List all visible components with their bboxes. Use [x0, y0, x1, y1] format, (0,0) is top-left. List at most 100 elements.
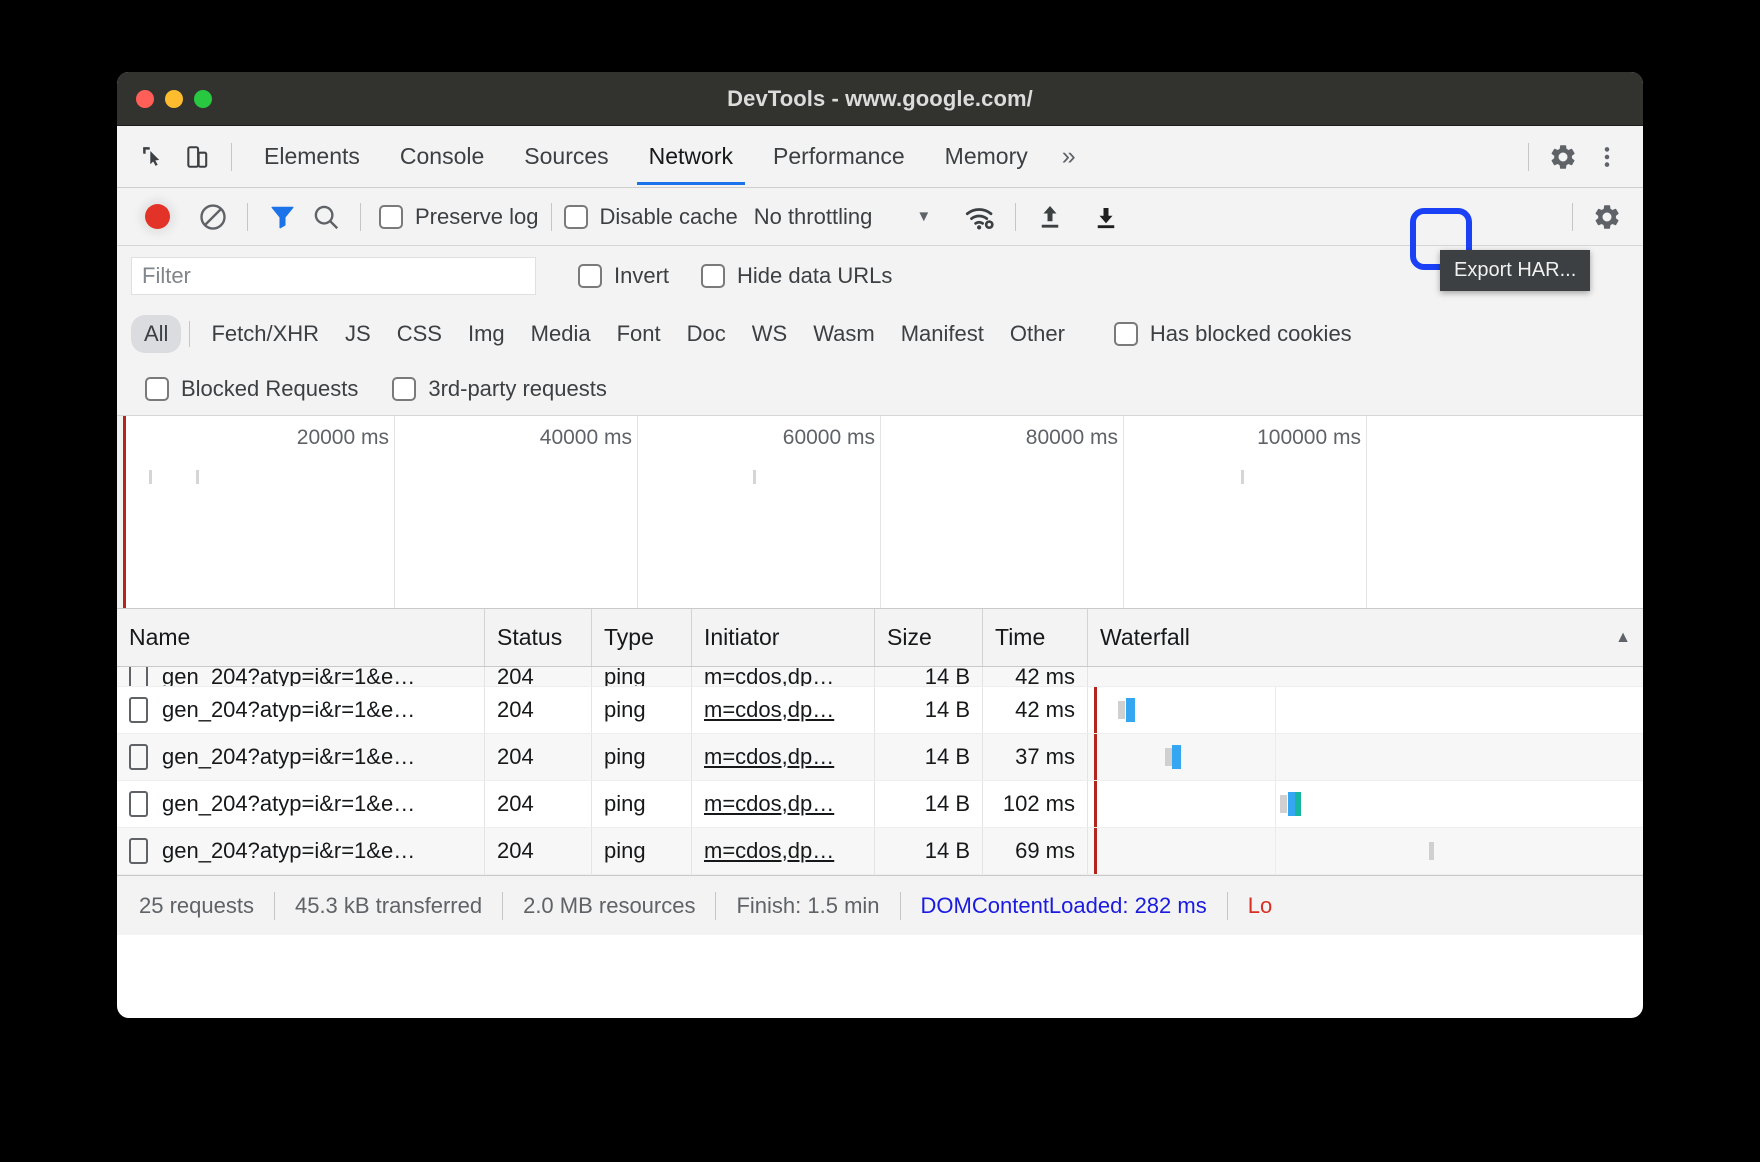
- disable-cache-box[interactable]: [563, 204, 588, 229]
- wifi-settings-icon[interactable]: [959, 195, 1003, 239]
- row-initiator-link[interactable]: m=cdos,dp…: [704, 667, 834, 686]
- table-row[interactable]: gen_204?atyp=i&r=1&e… 204 ping m=cdos,dp…: [117, 781, 1643, 828]
- table-row[interactable]: gen_204?atyp=i&r=1&e… 204 ping m=cdos,dp…: [117, 687, 1643, 734]
- row-status: 204: [497, 791, 534, 816]
- type-filter-js[interactable]: JS: [332, 315, 384, 353]
- import-har-icon[interactable]: [1028, 195, 1072, 239]
- row-checkbox[interactable]: [129, 667, 148, 686]
- requests-table: Name Status Type Initiator Size Time Wat…: [117, 609, 1643, 875]
- preserve-log-box[interactable]: [379, 204, 403, 229]
- type-filter-manifest[interactable]: Manifest: [888, 315, 997, 353]
- preserve-log-checkbox[interactable]: Preserve log: [379, 204, 539, 230]
- row-initiator-link[interactable]: m=cdos,dp…: [704, 838, 834, 864]
- inspect-element-icon[interactable]: [131, 135, 175, 179]
- overview-canvas[interactable]: 20000 ms 40000 ms 60000 ms 80000 ms 1000…: [123, 416, 1643, 608]
- hide-data-urls-checkbox[interactable]: Hide data URLs: [701, 263, 892, 289]
- row-time: 37 ms: [1015, 744, 1075, 769]
- hide-data-urls-label: Hide data URLs: [737, 263, 893, 288]
- device-toolbar-icon[interactable]: [175, 135, 219, 179]
- row-checkbox[interactable]: [129, 838, 148, 864]
- row-checkbox[interactable]: [129, 791, 148, 817]
- search-icon[interactable]: [304, 195, 348, 239]
- clear-button[interactable]: [191, 195, 235, 239]
- row-checkbox[interactable]: [129, 744, 148, 770]
- network-toolbar-right: [1560, 195, 1629, 239]
- overview-dcl-marker: [123, 416, 126, 608]
- row-initiator-link[interactable]: m=cdos,dp…: [704, 697, 834, 723]
- row-size: 14 B: [924, 744, 970, 769]
- overview-tick-label: 40000 ms: [539, 426, 632, 449]
- overview-request-tick: [149, 470, 152, 484]
- type-filter-ws[interactable]: WS: [739, 315, 800, 353]
- tab-memory[interactable]: Memory: [925, 129, 1048, 184]
- tab-elements[interactable]: Elements: [244, 129, 380, 184]
- disable-cache-checkbox[interactable]: Disable cache: [563, 204, 738, 230]
- tab-console[interactable]: Console: [380, 129, 504, 184]
- invert-box[interactable]: [578, 264, 602, 288]
- throttling-dropdown[interactable]: No throttling ▼: [754, 204, 931, 230]
- waterfall-wait-segment: [1165, 748, 1172, 766]
- status-divider: [715, 891, 717, 920]
- blocked-requests-box[interactable]: [145, 376, 169, 401]
- network-overview[interactable]: 20000 ms 40000 ms 60000 ms 80000 ms 1000…: [117, 416, 1643, 609]
- status-resources: 2.0 MB resources: [523, 892, 696, 918]
- third-party-requests-checkbox[interactable]: 3rd-party requests: [392, 376, 607, 402]
- row-checkbox[interactable]: [129, 697, 148, 723]
- toolbar-divider-2: [360, 202, 361, 231]
- table-row[interactable]: gen_204?atyp=i&r=1&e… 204 ping m=cdos,dp…: [117, 734, 1643, 781]
- column-header-initiator: Initiator: [692, 609, 875, 666]
- filter-funnel-icon[interactable]: [260, 195, 304, 239]
- type-filter-doc[interactable]: Doc: [674, 315, 739, 353]
- sort-ascending-icon[interactable]: ▲: [1615, 629, 1631, 647]
- tab-sources[interactable]: Sources: [504, 129, 628, 184]
- toolbar-divider-5: [1572, 202, 1573, 231]
- table-row-partial[interactable]: gen_204?atyp=i&r=1&e… 204 ping m=cdos,dp…: [117, 667, 1643, 687]
- waterfall-wait-segment: [1118, 701, 1125, 719]
- filter-input[interactable]: [131, 257, 536, 295]
- table-row[interactable]: gen_204?atyp=i&r=1&e… 204 ping m=cdos,dp…: [117, 828, 1643, 875]
- overview-tick-label: 80000 ms: [1025, 426, 1118, 449]
- waterfall-gridline: [1275, 828, 1276, 874]
- waterfall-download-segment: [1126, 698, 1135, 722]
- has-blocked-cookies-checkbox[interactable]: Has blocked cookies: [1113, 321, 1352, 347]
- toolbar-divider-4: [1015, 202, 1017, 231]
- third-party-requests-box[interactable]: [392, 376, 417, 401]
- status-load: Lo: [1247, 892, 1273, 918]
- type-filter-fetch-xhr[interactable]: Fetch/XHR: [198, 315, 332, 353]
- row-initiator-link[interactable]: m=cdos,dp…: [704, 791, 834, 817]
- invert-checkbox[interactable]: Invert: [578, 263, 669, 289]
- more-tabs-icon[interactable]: »: [1048, 142, 1090, 171]
- window-titlebar: DevTools - www.google.com/: [117, 72, 1643, 126]
- type-filter-font[interactable]: Font: [604, 315, 674, 353]
- type-filter-divider: [189, 321, 191, 347]
- toolbar-divider-3: [550, 202, 552, 231]
- record-icon: [144, 204, 170, 229]
- type-filter-all[interactable]: All: [131, 315, 182, 353]
- status-divider: [1226, 891, 1228, 920]
- toolbar-divider-1: [247, 202, 248, 231]
- export-har-icon[interactable]: [1084, 195, 1128, 239]
- type-filter-other[interactable]: Other: [997, 315, 1078, 353]
- record-stop-button[interactable]: [137, 197, 177, 237]
- column-header-waterfall: Waterfall ▲: [1088, 609, 1643, 666]
- blocked-requests-checkbox[interactable]: Blocked Requests: [145, 376, 358, 402]
- row-initiator-link[interactable]: m=cdos,dp…: [704, 744, 834, 770]
- tab-network[interactable]: Network: [629, 129, 753, 185]
- settings-gear-icon[interactable]: [1541, 135, 1585, 179]
- tab-performance[interactable]: Performance: [753, 129, 925, 184]
- network-settings-gear-icon[interactable]: [1585, 195, 1629, 239]
- column-label-name: Name: [129, 624, 191, 650]
- row-waterfall: [1088, 687, 1643, 733]
- hide-data-urls-box[interactable]: [701, 264, 726, 288]
- column-header-size: Size: [875, 609, 983, 666]
- has-blocked-cookies-box[interactable]: [1113, 322, 1138, 346]
- row-status: 204: [497, 744, 534, 769]
- column-label-status: Status: [497, 624, 563, 650]
- more-options-icon[interactable]: [1585, 135, 1629, 179]
- type-filter-img[interactable]: Img: [455, 315, 518, 353]
- type-filter-wasm[interactable]: Wasm: [800, 315, 888, 353]
- type-filter-media[interactable]: Media: [518, 315, 604, 353]
- status-divider: [899, 891, 901, 920]
- type-filter-css[interactable]: CSS: [384, 315, 455, 353]
- invert-label: Invert: [614, 263, 670, 288]
